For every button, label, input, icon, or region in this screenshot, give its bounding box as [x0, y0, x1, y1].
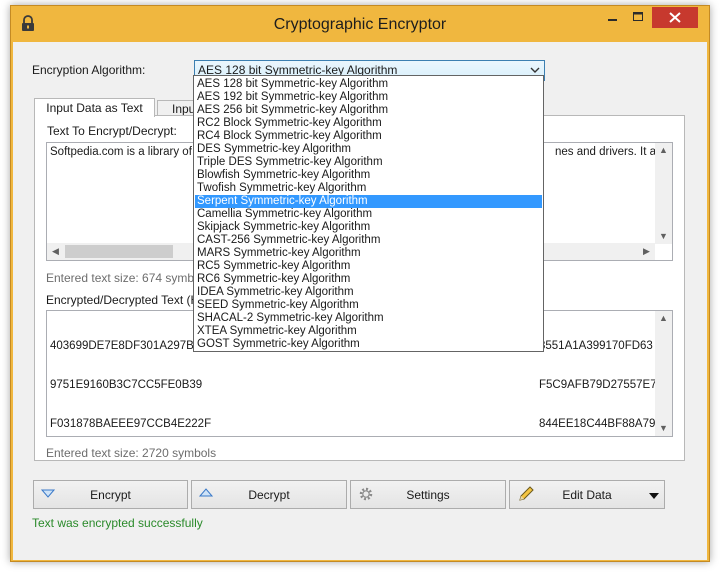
- close-button[interactable]: [652, 7, 698, 28]
- output-line: 3551A1A399170FD63: [539, 340, 653, 352]
- algorithm-option[interactable]: RC5 Symmetric-key Algorithm: [195, 260, 542, 273]
- scroll-down-icon[interactable]: ▼: [659, 423, 668, 433]
- tab-label: Inpu: [172, 102, 196, 116]
- tab-input-file[interactable]: Inpu: [157, 100, 197, 116]
- output-line: 844EE18C44BF88A79: [539, 418, 656, 430]
- algorithm-dropdown-list[interactable]: AES 128 bit Symmetric-key Algorithm AES 1…: [193, 75, 544, 352]
- encrypt-button[interactable]: Encrypt: [33, 480, 188, 509]
- input-text-right: nes and drivers. It also: [555, 146, 671, 158]
- settings-button-label: Settings: [406, 488, 450, 502]
- input-text-label: Text To Encrypt/Decrypt:: [47, 124, 177, 138]
- algorithm-option[interactable]: DES Symmetric-key Algorithm: [195, 143, 542, 156]
- vertical-scrollbar[interactable]: ▲ ▼: [655, 311, 672, 436]
- minimize-button[interactable]: [599, 7, 625, 28]
- algorithm-label: Encryption Algorithm:: [32, 63, 146, 77]
- output-line: F5C9AFB79D27557E7: [539, 379, 657, 391]
- algorithm-option[interactable]: Camellia Symmetric-key Algorithm: [195, 208, 542, 221]
- tab-input-data-as-text[interactable]: Input Data as Text: [34, 98, 155, 117]
- scroll-thumb[interactable]: [65, 245, 173, 258]
- algorithm-option[interactable]: XTEA Symmetric-key Algorithm: [195, 325, 542, 338]
- decrypt-button-label: Decrypt: [248, 488, 290, 502]
- encrypt-button-label: Encrypt: [90, 488, 131, 502]
- scroll-left-icon[interactable]: ◀: [52, 246, 59, 257]
- output-line: 9751E9160B3C7CC5FE0B39: [50, 379, 203, 391]
- output-size-label: Entered text size: 2720 symbols: [46, 446, 217, 460]
- decrypt-button[interactable]: Decrypt: [191, 480, 347, 509]
- edit-data-button-label: Edit Data: [562, 488, 612, 502]
- algorithm-option[interactable]: CAST-256 Symmetric-key Algorithm: [195, 234, 542, 247]
- dropdown-arrow-icon[interactable]: [649, 492, 659, 500]
- algorithm-option[interactable]: Twofish Symmetric-key Algorithm: [195, 182, 542, 195]
- algorithm-option[interactable]: IDEA Symmetric-key Algorithm: [195, 286, 542, 299]
- input-size-label: Entered text size: 674 symbols: [46, 271, 210, 285]
- minimize-icon: [608, 19, 617, 21]
- maximize-icon: [633, 12, 643, 21]
- output-text-label: Encrypted/Decrypted Text (HE: [46, 293, 208, 307]
- algorithm-option[interactable]: RC4 Block Symmetric-key Algorithm: [195, 130, 542, 143]
- algorithm-option[interactable]: AES 128 bit Symmetric-key Algorithm: [195, 78, 542, 91]
- algorithm-option[interactable]: GOST Symmetric-key Algorithm: [195, 338, 542, 351]
- output-text-left: 403699DE7E8DF301A297B87 9751E9160B3C7CC5…: [50, 314, 212, 436]
- scroll-up-icon[interactable]: ▲: [659, 313, 668, 323]
- settings-button[interactable]: Settings: [350, 480, 506, 509]
- algorithm-option[interactable]: AES 256 bit Symmetric-key Algorithm: [195, 104, 542, 117]
- algorithm-option[interactable]: RC2 Block Symmetric-key Algorithm: [195, 117, 542, 130]
- algorithm-option[interactable]: Serpent Symmetric-key Algorithm: [195, 195, 542, 208]
- scroll-right-icon[interactable]: ▶: [643, 246, 650, 257]
- algorithm-option[interactable]: RC6 Symmetric-key Algorithm: [195, 273, 542, 286]
- scroll-up-icon[interactable]: ▲: [659, 145, 668, 155]
- input-text-left: Softpedia.com is a library of fre: [50, 146, 209, 158]
- algorithm-option[interactable]: AES 192 bit Symmetric-key Algorithm: [195, 91, 542, 104]
- close-icon: [669, 12, 681, 23]
- vertical-scrollbar[interactable]: ▲ ▼: [655, 143, 672, 244]
- algorithm-option[interactable]: Skipjack Symmetric-key Algorithm: [195, 221, 542, 234]
- scroll-down-icon[interactable]: ▼: [659, 231, 668, 241]
- output-line: F031878BAEEE97CCB4E222F: [50, 418, 212, 430]
- algorithm-option[interactable]: Blowfish Symmetric-key Algorithm: [195, 169, 542, 182]
- status-text: Text was encrypted successfully: [32, 516, 203, 530]
- edit-data-button[interactable]: Edit Data: [509, 480, 665, 509]
- title-bar[interactable]: Cryptographic Encryptor: [11, 6, 709, 42]
- output-text-right: 3551A1A399170FD63 F5C9AFB79D27557E7 844E…: [539, 314, 657, 436]
- algorithm-option[interactable]: SEED Symmetric-key Algorithm: [195, 299, 542, 312]
- algorithm-option[interactable]: MARS Symmetric-key Algorithm: [195, 247, 542, 260]
- maximize-button[interactable]: [625, 7, 651, 28]
- algorithm-option[interactable]: Triple DES Symmetric-key Algorithm: [195, 156, 542, 169]
- output-line: 403699DE7E8DF301A297B87: [50, 340, 207, 352]
- algorithm-option[interactable]: SHACAL-2 Symmetric-key Algorithm: [195, 312, 542, 325]
- tab-label: Input Data as Text: [46, 101, 143, 115]
